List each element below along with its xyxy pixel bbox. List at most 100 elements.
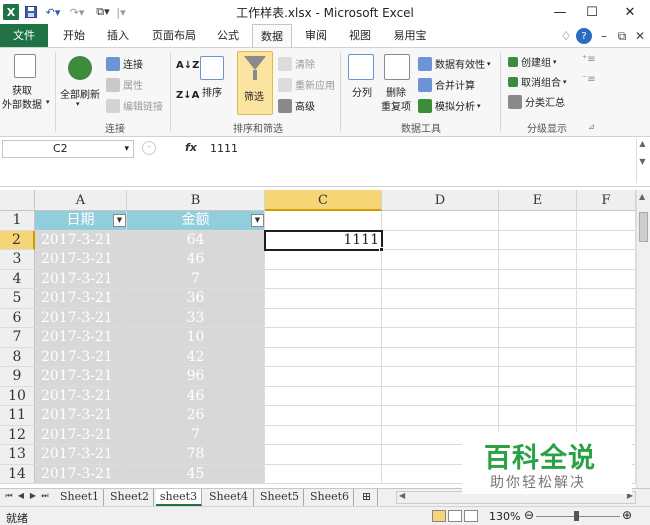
table-cell[interactable]: [265, 308, 382, 328]
table-cell[interactable]: [265, 445, 382, 465]
remove-duplicates-label2[interactable]: 重复项: [381, 98, 411, 113]
refresh-all-button[interactable]: 全部刷新: [60, 86, 100, 101]
date-cell[interactable]: 2017-3-21: [35, 289, 127, 309]
table-cell[interactable]: [499, 406, 577, 426]
properties-button[interactable]: 属性: [106, 77, 143, 92]
sort-button[interactable]: 排序: [202, 84, 222, 99]
sort-descending-button[interactable]: Z↓A: [176, 90, 199, 101]
table-cell[interactable]: [577, 289, 636, 309]
table-cell[interactable]: [265, 347, 382, 367]
table-cell[interactable]: [577, 347, 636, 367]
row-header[interactable]: 6: [0, 308, 35, 328]
amount-cell[interactable]: 7: [127, 269, 265, 289]
tab-page-layout[interactable]: 页面布局: [146, 24, 202, 48]
table-cell[interactable]: [499, 211, 577, 231]
subtotal-button[interactable]: 分类汇总: [508, 94, 565, 109]
table-cell[interactable]: [499, 308, 577, 328]
amount-cell[interactable]: 96: [127, 367, 265, 387]
tab-review[interactable]: 审阅: [298, 24, 334, 48]
zoom-slider-thumb[interactable]: [574, 511, 579, 521]
column-header-c[interactable]: C: [265, 190, 382, 211]
consolidate-button[interactable]: 合并计算: [418, 77, 475, 92]
sheet-tab-sheet5[interactable]: Sheet5: [256, 489, 304, 506]
name-box-dropdown-icon[interactable]: ▾: [124, 141, 129, 157]
formula-input[interactable]: 1111: [206, 140, 634, 180]
row-header[interactable]: 13: [0, 445, 35, 465]
date-cell[interactable]: 2017-3-21: [35, 464, 127, 484]
table-cell[interactable]: [577, 367, 636, 387]
table-cell[interactable]: [265, 464, 382, 484]
get-external-data-label2[interactable]: 外部数据: [2, 96, 42, 111]
column-header-b[interactable]: B: [127, 190, 265, 211]
active-cell-c2[interactable]: 1111: [264, 230, 383, 251]
row-header[interactable]: 1: [0, 211, 35, 231]
name-box[interactable]: C2 ▾: [2, 140, 134, 158]
amount-cell[interactable]: 78: [127, 445, 265, 465]
amount-cell[interactable]: 36: [127, 289, 265, 309]
date-cell[interactable]: 2017-3-21: [35, 445, 127, 465]
amount-cell[interactable]: 42: [127, 347, 265, 367]
table-cell[interactable]: [382, 328, 499, 348]
tab-view[interactable]: 视图: [342, 24, 378, 48]
close-workbook-icon[interactable]: ✕: [632, 28, 648, 44]
scroll-left-arrow-icon[interactable]: ◀: [399, 491, 405, 500]
table-cell[interactable]: [499, 289, 577, 309]
amount-cell[interactable]: 46: [127, 250, 265, 270]
formula-bar-scroll[interactable]: ▲ ▼: [636, 139, 648, 183]
sort-ascending-button[interactable]: A↓Z: [176, 60, 199, 71]
table-cell[interactable]: [499, 347, 577, 367]
last-sheet-arrow-icon[interactable]: ⏭: [40, 491, 50, 501]
table-cell[interactable]: [577, 250, 636, 270]
data-validation-button[interactable]: 数据有效性 ▾: [418, 56, 491, 71]
table-cell[interactable]: [577, 211, 636, 231]
table-cell[interactable]: [382, 211, 499, 231]
amount-cell[interactable]: 10: [127, 328, 265, 348]
normal-view-icon[interactable]: [432, 510, 446, 522]
amount-cell[interactable]: 33: [127, 308, 265, 328]
column-header-e[interactable]: E: [499, 190, 577, 211]
text-to-columns-button[interactable]: 分列: [352, 84, 372, 99]
date-cell[interactable]: 2017-3-21: [35, 250, 127, 270]
column-header-d[interactable]: D: [382, 190, 499, 211]
table-cell[interactable]: [265, 269, 382, 289]
row-header[interactable]: 14: [0, 464, 35, 484]
row-header[interactable]: 10: [0, 386, 35, 406]
date-cell[interactable]: 2017-3-21: [35, 328, 127, 348]
table-cell[interactable]: [499, 250, 577, 270]
table-cell[interactable]: [265, 406, 382, 426]
sheet-tab-sheet3[interactable]: sheet3: [156, 489, 202, 506]
date-cell[interactable]: 2017-3-21: [35, 347, 127, 367]
zoom-in-icon[interactable]: ⊕: [622, 508, 632, 522]
table-cell[interactable]: [265, 211, 382, 231]
row-header[interactable]: 2: [0, 230, 35, 250]
page-layout-view-icon[interactable]: [448, 510, 462, 522]
sheet-tab-sheet1[interactable]: Sheet1: [56, 489, 104, 506]
date-cell[interactable]: 2017-3-21: [35, 367, 127, 387]
close-button[interactable]: ✕: [612, 0, 648, 24]
date-cell[interactable]: 2017-3-21: [35, 386, 127, 406]
row-header[interactable]: 12: [0, 425, 35, 445]
select-all-corner[interactable]: [0, 190, 35, 211]
table-cell[interactable]: [265, 289, 382, 309]
table-cell[interactable]: [265, 386, 382, 406]
connections-button[interactable]: 连接: [106, 56, 143, 71]
prev-sheet-arrow-icon[interactable]: ◀: [16, 491, 26, 500]
reapply-button[interactable]: 重新应用: [278, 77, 335, 92]
filter-dropdown-icon[interactable]: ▼: [251, 214, 264, 227]
refresh-dropdown-icon[interactable]: ▾: [76, 100, 80, 108]
clear-button[interactable]: 清除: [278, 56, 315, 71]
show-detail-icon[interactable]: ⁺≡: [582, 54, 596, 65]
table-cell[interactable]: [499, 328, 577, 348]
filter-dropdown-icon[interactable]: ▼: [113, 214, 126, 227]
ungroup-button[interactable]: 取消组合 ▾: [508, 74, 567, 89]
tab-insert[interactable]: 插入: [100, 24, 136, 48]
amount-cell[interactable]: 45: [127, 464, 265, 484]
fill-handle[interactable]: [379, 247, 384, 252]
table-cell[interactable]: [499, 386, 577, 406]
table-cell[interactable]: [577, 386, 636, 406]
amount-cell[interactable]: 7: [127, 425, 265, 445]
row-header[interactable]: 8: [0, 347, 35, 367]
minimize-workbook-icon[interactable]: –: [596, 28, 612, 44]
vertical-scroll-thumb[interactable]: [639, 212, 648, 242]
vertical-scrollbar[interactable]: ▲: [636, 190, 650, 488]
